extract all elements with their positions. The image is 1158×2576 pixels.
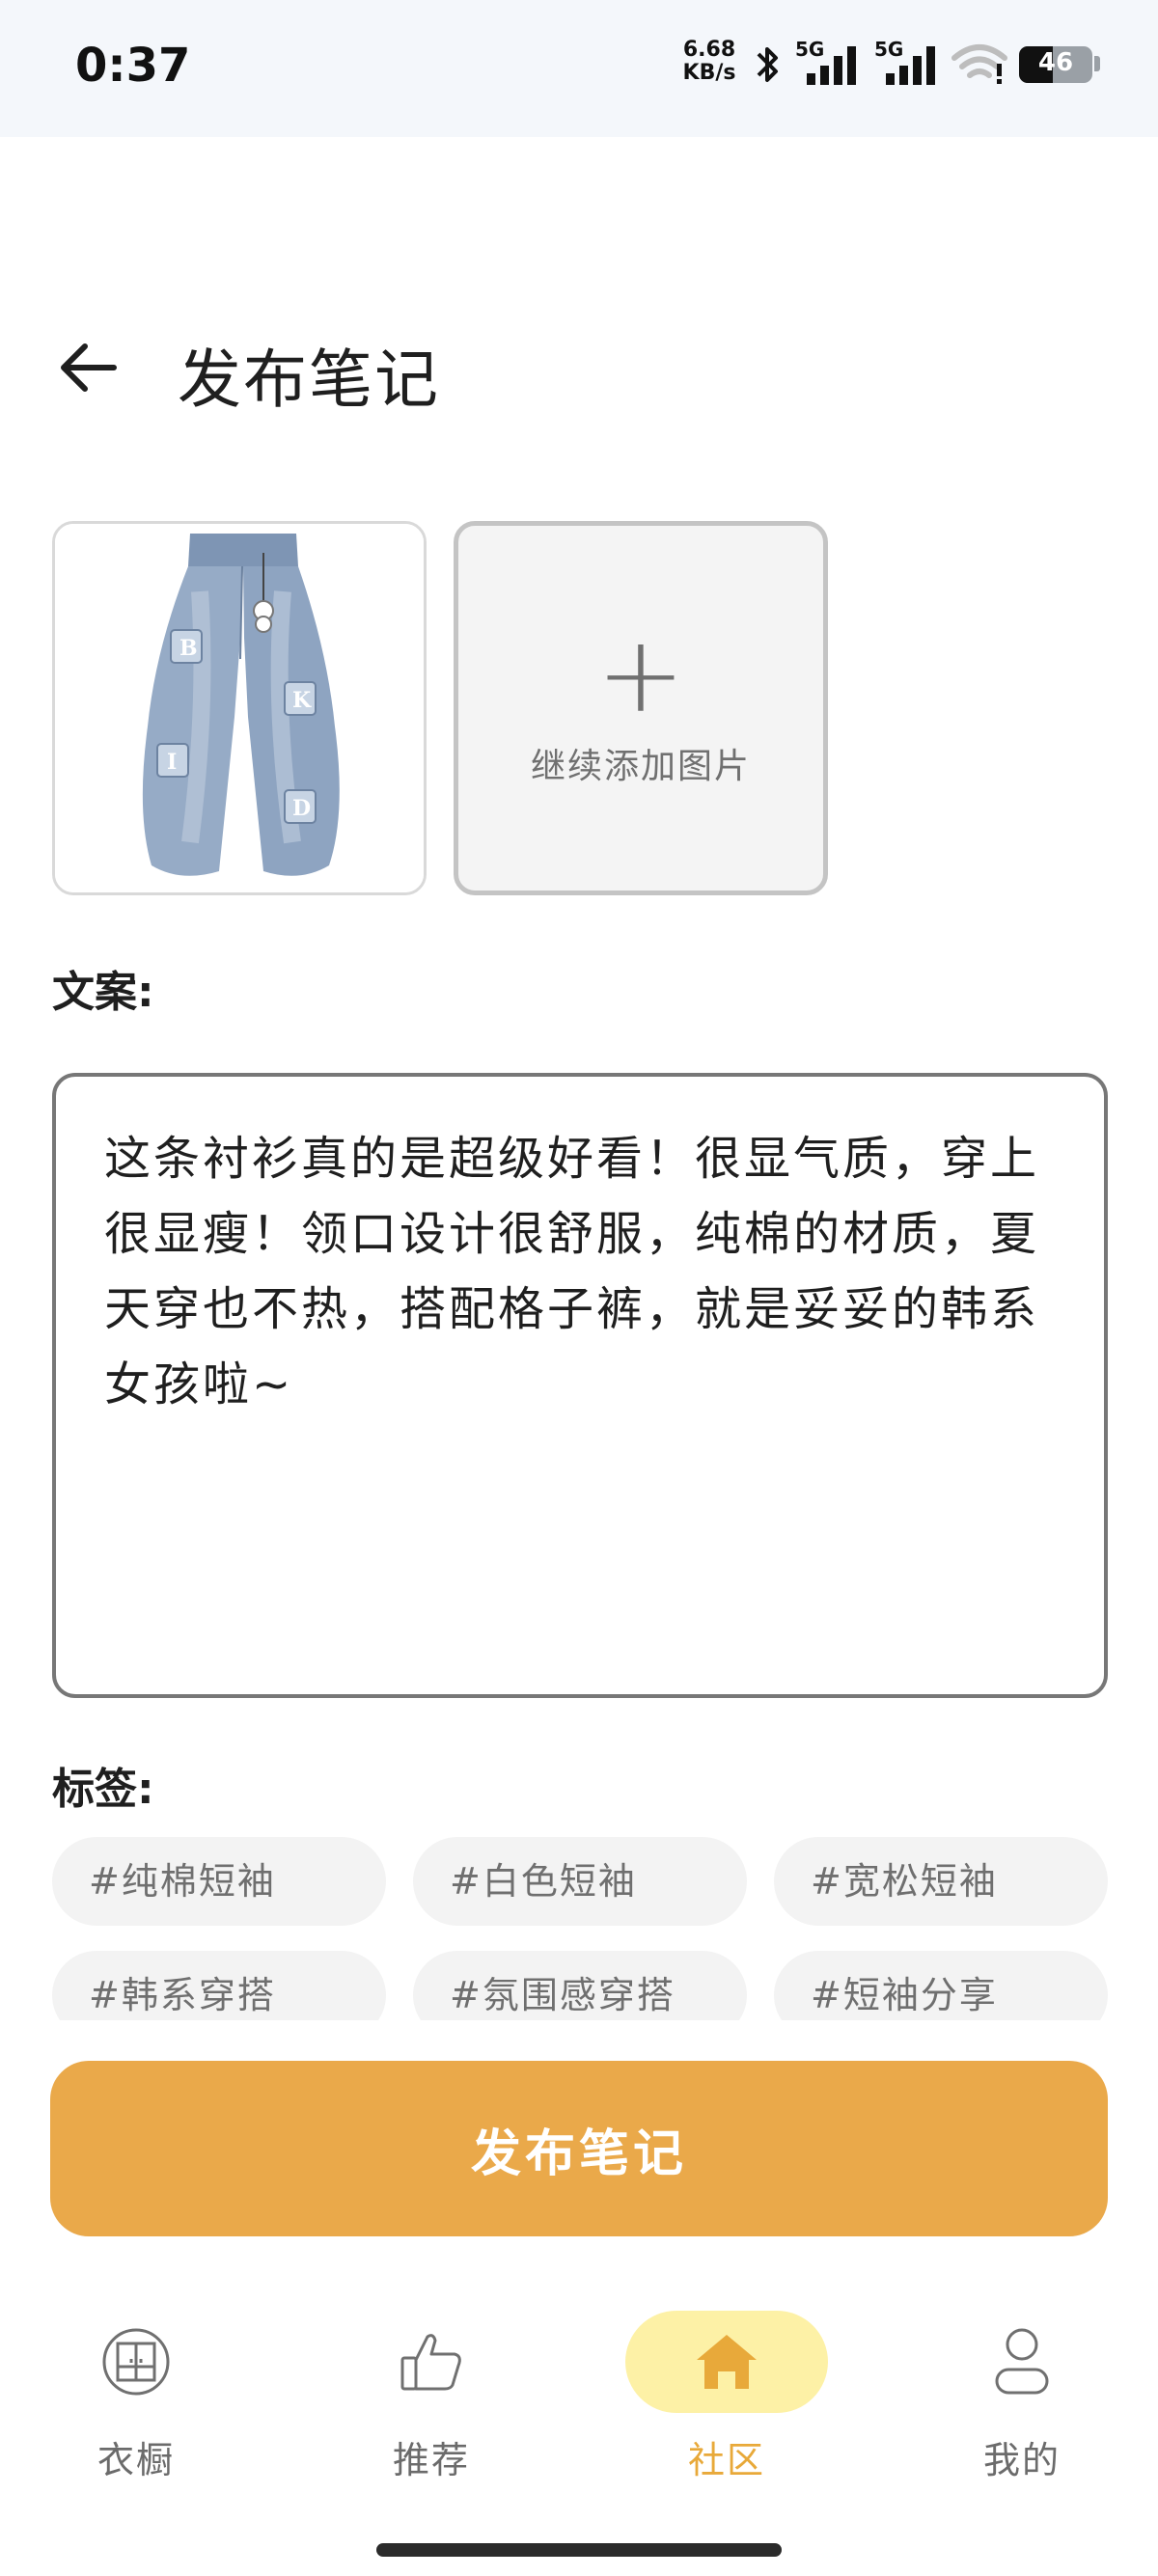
nav-label: 推荐 bbox=[392, 2439, 470, 2481]
uploaded-photo[interactable]: B K I D bbox=[52, 521, 427, 895]
tag-chip[interactable]: #短袖分享 bbox=[774, 1951, 1108, 2020]
caption-label: 文案: bbox=[52, 968, 154, 1017]
jeans-photo: B K I D bbox=[55, 524, 424, 892]
back-button[interactable] bbox=[54, 334, 122, 401]
network-speed: 6.68 KB/s bbox=[682, 38, 736, 85]
nav-label: 衣橱 bbox=[96, 2439, 175, 2481]
person-icon bbox=[995, 2328, 1049, 2395]
tag-chip[interactable]: #韩系穿搭 bbox=[52, 1951, 386, 2020]
svg-text:5G: 5G bbox=[874, 39, 903, 61]
publish-button[interactable]: 发布笔记 bbox=[50, 2061, 1108, 2236]
home-indicator[interactable] bbox=[376, 2543, 782, 2557]
nav-label: 社区 bbox=[687, 2439, 765, 2481]
caption-text: 这条衬衫真的是超级好看！很显气质，穿上很显瘦！领口设计很舒服，纯棉的材质，夏天穿… bbox=[104, 1132, 1040, 1411]
caption-textarea[interactable]: 这条衬衫真的是超级好看！很显气质，穿上很显瘦！领口设计很舒服，纯棉的材质，夏天穿… bbox=[52, 1073, 1108, 1698]
home-icon bbox=[697, 2335, 757, 2389]
battery-indicator: 46 bbox=[1019, 46, 1092, 83]
plus-icon: + bbox=[595, 613, 686, 736]
status-time: 0:37 bbox=[75, 39, 191, 93]
signal-5g-icon: 5G bbox=[874, 39, 935, 85]
nav-recommend[interactable]: 推荐 bbox=[330, 2311, 533, 2484]
battery-cap bbox=[1094, 56, 1100, 71]
signal-5g-icon: 5G bbox=[795, 39, 856, 85]
nav-wardrobe[interactable]: 衣橱 bbox=[35, 2311, 237, 2484]
add-photo-label: 继续添加图片 bbox=[530, 747, 751, 786]
page-title: 发布笔记 bbox=[178, 343, 440, 417]
tag-chip[interactable]: #宽松短袖 bbox=[774, 1837, 1108, 1926]
tag-chip[interactable]: #白色短袖 bbox=[413, 1837, 747, 1926]
wifi-icon bbox=[951, 44, 1007, 84]
tags-list: #纯棉短袖 #白色短袖 #宽松短袖 #韩系穿搭 #氛围感穿搭 #短袖分享 bbox=[52, 1837, 1108, 2020]
add-more-photos-button[interactable]: + 继续添加图片 bbox=[454, 521, 828, 895]
thumbs-up-icon bbox=[400, 2334, 461, 2391]
bluetooth-icon bbox=[757, 47, 778, 82]
wardrobe-icon bbox=[102, 2328, 170, 2396]
tag-chip[interactable]: #氛围感穿搭 bbox=[413, 1951, 747, 2020]
svg-text:D: D bbox=[292, 796, 311, 821]
nav-profile[interactable]: 我的 bbox=[921, 2311, 1123, 2484]
tags-label: 标签: bbox=[52, 1765, 154, 1814]
status-bar: 0:37 6.68 KB/s 5G 5G 46 bbox=[0, 0, 1158, 137]
svg-text:B: B bbox=[179, 636, 198, 661]
svg-text:K: K bbox=[292, 688, 312, 713]
nav-community[interactable]: 社区 bbox=[625, 2311, 828, 2484]
back-arrow-icon bbox=[61, 343, 117, 392]
tag-chip[interactable]: #纯棉短袖 bbox=[52, 1837, 386, 1926]
nav-label: 我的 bbox=[982, 2439, 1061, 2481]
svg-text:5G: 5G bbox=[795, 39, 824, 61]
svg-text:I: I bbox=[167, 750, 177, 775]
